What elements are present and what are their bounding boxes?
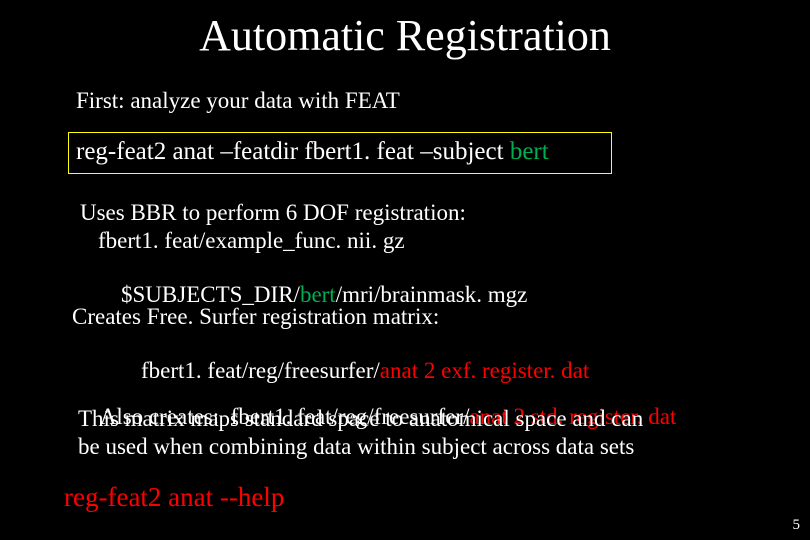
creates-line-1: Creates Free. Surfer registration matrix… bbox=[72, 304, 439, 330]
uses-line-2: fbert1. feat/example_func. nii. gz bbox=[98, 228, 405, 254]
also-line-3: be used when combining data within subje… bbox=[78, 434, 634, 460]
slide: Automatic Registration First: analyze yo… bbox=[0, 0, 810, 540]
slide-title: Automatic Registration bbox=[0, 10, 810, 61]
command-prefix: reg-feat2 anat –featdir fbert1. feat –su… bbox=[76, 138, 510, 165]
command-subject: bert bbox=[510, 138, 549, 165]
command-text: reg-feat2 anat –featdir fbert1. feat –su… bbox=[76, 138, 549, 166]
page-number: 5 bbox=[793, 517, 801, 534]
also-line-2: This matrix maps standard space to anato… bbox=[78, 406, 643, 432]
intro-line: First: analyze your data with FEAT bbox=[76, 88, 400, 114]
uses-line-1: Uses BBR to perform 6 DOF registration: bbox=[80, 200, 466, 226]
help-command: reg-feat2 anat --help bbox=[64, 482, 284, 513]
